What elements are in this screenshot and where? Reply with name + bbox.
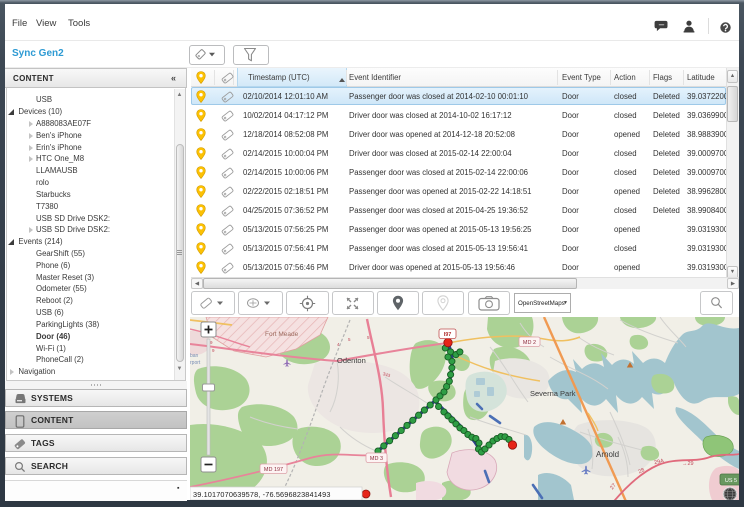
svg-text:US 5: US 5: [725, 478, 737, 484]
svg-text:→29: →29: [682, 461, 694, 467]
svg-text:39.1017070639578, -76.5696823: 39.1017070639578, -76.5696823841493: [193, 490, 331, 499]
svg-text:MD 2: MD 2: [523, 340, 536, 346]
svg-text:Odenton: Odenton: [337, 356, 366, 365]
svg-text:Severna Park: Severna Park: [530, 389, 576, 398]
svg-text:MD 197: MD 197: [264, 467, 283, 473]
svg-text:MD 3: MD 3: [370, 456, 383, 462]
svg-text:ban: ban: [190, 353, 199, 359]
svg-text:Fort Meade: Fort Meade: [265, 331, 299, 338]
svg-text:I97: I97: [444, 332, 452, 338]
svg-text:rport: rport: [190, 360, 201, 366]
svg-text:Arnold: Arnold: [596, 450, 619, 459]
